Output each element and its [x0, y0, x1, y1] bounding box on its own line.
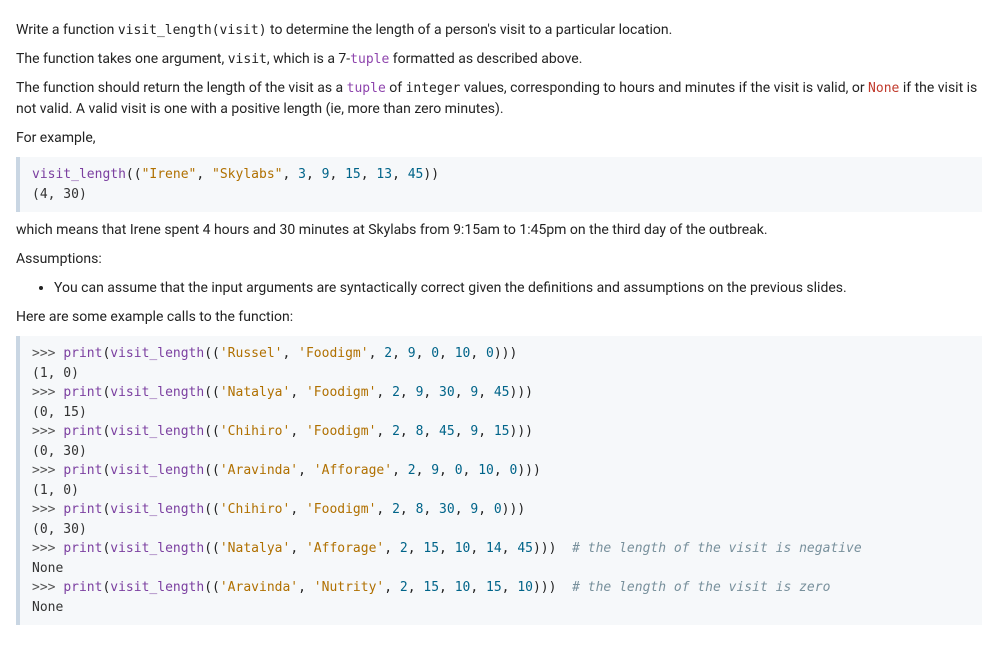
assumption-item: You can assume that the input arguments …	[54, 278, 982, 299]
text: formatted as described above.	[389, 51, 582, 67]
console-call: >>> print(visit_length(('Chihiro', 'Food…	[32, 422, 970, 442]
console-output: (0, 30)	[32, 520, 970, 540]
console-output: None	[32, 598, 970, 618]
keyword-none: None	[868, 81, 899, 96]
console-call: >>> print(visit_length(('Russel', 'Foodi…	[32, 344, 970, 364]
para-3: The function should return the length of…	[16, 78, 982, 120]
console-call: >>> print(visit_length(('Natalya', 'Affo…	[32, 539, 970, 559]
keyword-tuple: tuple	[350, 52, 389, 67]
text: Write a function	[16, 22, 118, 38]
assumptions-heading: Assumptions:	[16, 249, 982, 270]
console-output: (0, 15)	[32, 403, 970, 423]
console-output: (0, 30)	[32, 442, 970, 462]
console-output: (1, 0)	[32, 364, 970, 384]
code-line: visit_length(("Irene", "Skylabs", 3, 9, …	[32, 165, 970, 185]
code-output: (4, 30)	[32, 185, 970, 205]
text: to determine the length of a person's vi…	[267, 22, 673, 38]
console-call: >>> print(visit_length(('Aravinda', 'Nut…	[32, 578, 970, 598]
console-call: >>> print(visit_length(('Natalya', 'Food…	[32, 383, 970, 403]
console-call: >>> print(visit_length(('Aravinda', 'Aff…	[32, 461, 970, 481]
inline-code-visit: visit	[228, 52, 267, 67]
assumptions-list: You can assume that the input arguments …	[36, 278, 982, 299]
para-1: Write a function visit_length(visit) to …	[16, 20, 982, 41]
para-explanation: which means that Irene spent 4 hours and…	[16, 220, 982, 241]
console-output: (1, 0)	[32, 481, 970, 501]
para-2: The function takes one argument, visit, …	[16, 49, 982, 70]
examples-heading: Here are some example calls to the funct…	[16, 307, 982, 328]
console-output: None	[32, 559, 970, 579]
text: , which is a 7-	[267, 51, 350, 67]
para-for-example: For example,	[16, 128, 982, 149]
console-codebox: >>> print(visit_length(('Russel', 'Foodi…	[16, 336, 982, 625]
keyword-tuple: tuple	[347, 81, 386, 96]
keyword-integer: integer	[406, 81, 461, 96]
text: The function should return the length of…	[16, 80, 347, 96]
example-codebox: visit_length(("Irene", "Skylabs", 3, 9, …	[16, 157, 982, 212]
text: of	[386, 80, 406, 96]
text: values, corresponding to hours and minut…	[460, 80, 868, 96]
text: The function takes one argument,	[16, 51, 228, 67]
inline-code-visit-length: visit_length(visit)	[118, 23, 267, 38]
